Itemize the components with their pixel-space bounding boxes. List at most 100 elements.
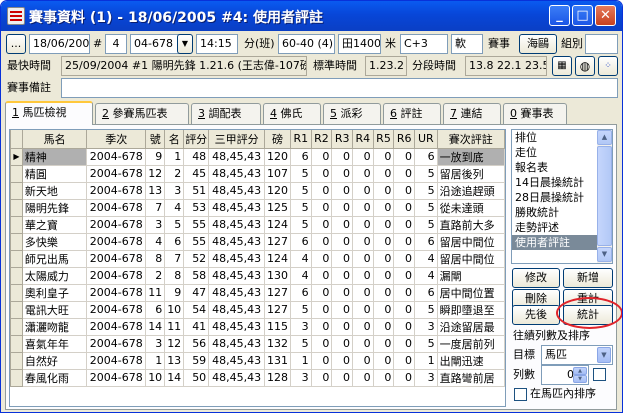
table-cell[interactable]: 0 (331, 283, 353, 302)
column-header[interactable]: 賽次評註 (436, 130, 505, 149)
table-cell[interactable]: 4 (289, 266, 312, 285)
table-row[interactable]: 多快樂 2004-678 4 6 55 48,45,43 127 6 0 0 0 0 0 6 留居中間位 (10, 232, 505, 251)
table-cell[interactable]: 131 (263, 351, 291, 370)
scroll-up-icon[interactable]: ▲ (597, 130, 612, 145)
table-cell[interactable]: 自然好 (21, 351, 88, 370)
table-cell[interactable]: 48 (183, 147, 210, 166)
column-header[interactable]: R2 (310, 130, 333, 149)
table-row[interactable]: 師兄出馬 2004-678 8 7 52 48,45,43 124 4 0 0 0 0 0 4 留居中間位 (10, 249, 505, 268)
column-header[interactable]: 磅 (263, 130, 291, 149)
table-cell[interactable]: 0 (331, 198, 353, 217)
table-cell[interactable]: 12 (145, 164, 166, 183)
table-cell[interactable]: 2004-678 (86, 283, 147, 302)
race-date-field[interactable]: 18/06/2005 (29, 34, 90, 54)
column-header[interactable]: R1 (289, 130, 312, 149)
table-row[interactable]: 瀟灑吻龍 2004-678 14 11 41 48,45,43 115 3 0 0 0 0 0 3 沿途留居… (10, 317, 505, 336)
table-cell[interactable]: 48,45,43 (208, 317, 265, 336)
table-cell[interactable]: 4 (289, 249, 312, 268)
calculator-icon[interactable]: ▦ (552, 56, 572, 76)
table-cell[interactable]: 0 (393, 232, 416, 251)
table-cell[interactable]: 0 (372, 198, 395, 217)
table-cell[interactable]: 48,45,43 (208, 283, 265, 302)
table-cell[interactable]: 13 (164, 351, 185, 370)
table-cell[interactable]: 0 (331, 164, 353, 183)
row-header[interactable] (10, 181, 23, 200)
table-cell[interactable]: 6 (414, 232, 438, 251)
table-cell[interactable]: 5 (414, 181, 438, 200)
table-cell[interactable]: 55 (183, 215, 210, 234)
table-cell[interactable]: 5 (414, 215, 438, 234)
table-cell[interactable]: 2004-678 (86, 351, 147, 370)
table-cell[interactable]: 5 (289, 181, 312, 200)
table-cell[interactable]: 0 (310, 266, 333, 285)
table-cell[interactable]: 春風化雨 (21, 368, 88, 387)
row-header[interactable] (10, 215, 23, 234)
row-header[interactable] (10, 283, 23, 302)
table-cell[interactable]: 2004-678 (86, 300, 147, 319)
table-cell[interactable]: 6 (145, 300, 166, 319)
edit-button[interactable]: 修改 (512, 268, 560, 288)
table-cell[interactable]: 59 (183, 351, 210, 370)
table-cell[interactable]: 128 (263, 368, 291, 387)
title-bar[interactable]: 賽事資料 (1) - 18/06/2005 #4: 使用者評註 _ □ ✕ (1, 1, 622, 31)
table-cell[interactable]: 0 (372, 334, 395, 353)
table-cell[interactable]: 48,45,43 (208, 300, 265, 319)
table-cell[interactable]: 0 (310, 368, 333, 387)
row-header[interactable] (10, 249, 23, 268)
column-header[interactable]: R6 (393, 130, 416, 149)
table-row[interactable]: 太陽威力 2004-678 2 8 58 48,45,43 130 4 0 0 0 0 0 4 漏閘 (10, 266, 505, 285)
table-cell[interactable]: 2004-678 (86, 368, 147, 387)
table-cell[interactable]: 5 (414, 300, 438, 319)
table-cell[interactable]: 5 (414, 198, 438, 217)
table-cell[interactable]: 留居中間位 (436, 232, 505, 251)
table-cell[interactable]: 0 (372, 215, 395, 234)
table-cell[interactable]: 0 (352, 181, 374, 200)
table-cell[interactable]: 4 (145, 232, 166, 251)
table-cell[interactable]: 0 (393, 283, 416, 302)
table-cell[interactable]: 師兄出馬 (21, 249, 88, 268)
table-cell[interactable]: 51 (183, 181, 210, 200)
table-cell[interactable]: 52 (183, 249, 210, 268)
table-cell[interactable]: 0 (331, 215, 353, 234)
table-cell[interactable]: 56 (183, 334, 210, 353)
table-cell[interactable]: 124 (263, 249, 291, 268)
class-field[interactable]: 60-40 (4) (278, 34, 335, 54)
table-cell[interactable]: 2004-678 (86, 164, 147, 183)
table-cell[interactable]: 0 (310, 334, 333, 353)
table-cell[interactable]: 漏閘 (436, 266, 505, 285)
table-cell[interactable]: 0 (352, 198, 374, 217)
row-header[interactable] (10, 300, 23, 319)
table-cell[interactable]: 新天地 (21, 181, 88, 200)
inside-sort-checkbox[interactable] (514, 388, 527, 401)
row-header[interactable]: ▶ (10, 147, 23, 166)
table-cell[interactable]: 6 (414, 147, 438, 166)
table-cell[interactable]: 0 (393, 215, 416, 234)
table-cell[interactable]: 0 (393, 198, 416, 217)
table-cell[interactable]: 0 (331, 300, 353, 319)
table-cell[interactable]: 41 (183, 317, 210, 336)
maximize-button[interactable]: □ (572, 5, 593, 26)
row-header[interactable] (10, 317, 23, 336)
table-cell[interactable]: 9 (164, 283, 185, 302)
table-cell[interactable]: 107 (263, 164, 291, 183)
table-cell[interactable]: 精神 (21, 147, 88, 166)
table-cell[interactable]: 8 (164, 266, 185, 285)
table-cell[interactable]: 3 (289, 368, 312, 387)
table-cell[interactable]: 2004-678 (86, 249, 147, 268)
table-cell[interactable]: 3 (414, 317, 438, 336)
table-row[interactable]: ▶ 精神 2004-678 9 1 48 48,45,43 120 6 0 0 0 0 0 6 一放到底 (10, 147, 505, 166)
more-button[interactable]: ... (6, 34, 26, 54)
race-remarks-field[interactable] (61, 78, 618, 98)
close-button[interactable]: ✕ (595, 5, 616, 26)
table-cell[interactable]: 0 (331, 147, 353, 166)
table-cell[interactable]: 120 (263, 181, 291, 200)
table-cell[interactable]: 0 (372, 351, 395, 370)
table-cell[interactable]: 0 (393, 300, 416, 319)
table-cell[interactable]: 48,45,43 (208, 232, 265, 251)
table-cell[interactable]: 0 (331, 368, 353, 387)
table-row[interactable]: 奧利皇子 2004-678 11 9 47 48,45,43 127 6 0 0 0 0 0 6 居中間位置 (10, 283, 505, 302)
column-header[interactable]: 季次 (86, 130, 147, 149)
scroll-down-icon[interactable]: ▼ (597, 247, 612, 262)
table-cell[interactable]: 0 (310, 198, 333, 217)
table-cell[interactable]: 0 (372, 249, 395, 268)
